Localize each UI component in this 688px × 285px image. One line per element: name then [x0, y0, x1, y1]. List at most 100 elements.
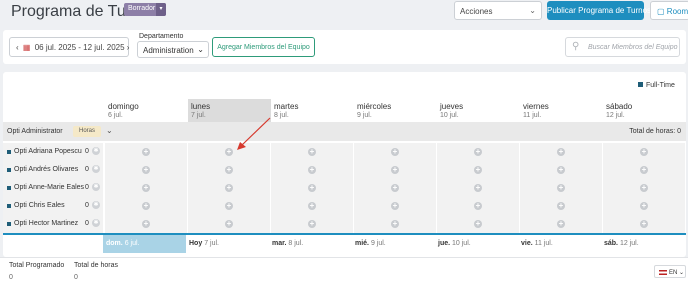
add-shift-icon[interactable]: +: [225, 202, 233, 210]
day-header: domingo 6 jul.: [108, 102, 139, 119]
shift-cell[interactable]: +: [271, 197, 353, 215]
language-selector[interactable]: EN ⌄: [654, 265, 686, 278]
shift-cell[interactable]: +: [105, 215, 187, 233]
shift-cell[interactable]: +: [188, 179, 270, 197]
gear-icon[interactable]: ✱: [92, 219, 100, 227]
shift-cell[interactable]: +: [354, 215, 436, 233]
footer-day[interactable]: mar. 8 jul.: [269, 235, 352, 253]
add-shift-icon[interactable]: +: [142, 202, 150, 210]
add-shift-icon[interactable]: +: [474, 148, 482, 156]
add-shift-icon[interactable]: +: [391, 184, 399, 192]
shift-cell[interactable]: +: [520, 161, 602, 179]
add-shift-icon[interactable]: +: [308, 184, 316, 192]
add-shift-icon[interactable]: +: [225, 166, 233, 174]
shift-cell[interactable]: +: [188, 143, 270, 161]
shift-cell[interactable]: +: [271, 215, 353, 233]
shift-cell[interactable]: +: [603, 215, 685, 233]
shift-cell[interactable]: +: [520, 197, 602, 215]
shift-cell[interactable]: +: [520, 179, 602, 197]
gear-icon[interactable]: ✱: [92, 201, 100, 209]
add-shift-icon[interactable]: +: [142, 184, 150, 192]
shift-cell[interactable]: +: [520, 215, 602, 233]
shift-cell[interactable]: +: [520, 143, 602, 161]
shift-cell[interactable]: +: [188, 161, 270, 179]
shift-cell[interactable]: +: [603, 197, 685, 215]
shift-cell[interactable]: +: [105, 179, 187, 197]
shift-cell[interactable]: +: [354, 143, 436, 161]
footer-day[interactable]: mié. 9 jul.: [352, 235, 435, 253]
shift-cell[interactable]: +: [354, 161, 436, 179]
status-badge[interactable]: Borrador ▾: [124, 3, 166, 16]
add-shift-icon[interactable]: +: [557, 202, 565, 210]
footer-day[interactable]: sáb. 12 jul.: [601, 235, 684, 253]
add-shift-icon[interactable]: +: [391, 202, 399, 210]
add-shift-icon[interactable]: +: [142, 166, 150, 174]
add-shift-icon[interactable]: +: [474, 202, 482, 210]
add-shift-icon[interactable]: +: [557, 184, 565, 192]
shift-cell[interactable]: +: [437, 143, 519, 161]
hours-badge[interactable]: Horas: [73, 126, 101, 137]
schedule-panel: Full-Time domingo 6 jul. lunes 7 jul. ma…: [3, 72, 686, 257]
add-shift-icon[interactable]: +: [142, 148, 150, 156]
add-shift-icon[interactable]: +: [557, 148, 565, 156]
add-shift-icon[interactable]: +: [391, 166, 399, 174]
add-shift-icon[interactable]: +: [225, 184, 233, 192]
add-shift-icon[interactable]: +: [391, 220, 399, 228]
add-shift-icon[interactable]: +: [225, 148, 233, 156]
shift-cell[interactable]: +: [188, 197, 270, 215]
publish-schedule-button[interactable]: Publicar Programa de Turnos: [547, 1, 651, 20]
shift-cell[interactable]: +: [354, 179, 436, 197]
gear-icon[interactable]: ✱: [92, 183, 100, 191]
shift-cell[interactable]: +: [271, 161, 353, 179]
room-button[interactable]: ▢ Room: [650, 1, 688, 20]
add-shift-icon[interactable]: +: [640, 148, 648, 156]
shift-cell[interactable]: +: [437, 179, 519, 197]
gear-icon[interactable]: ✱: [92, 165, 100, 173]
add-shift-icon[interactable]: +: [557, 220, 565, 228]
chevron-right-icon[interactable]: ›: [127, 43, 130, 52]
add-shift-icon[interactable]: +: [557, 166, 565, 174]
full-time-indicator: [7, 168, 11, 172]
gear-icon[interactable]: ✱: [92, 147, 100, 155]
footer-day[interactable]: jue. 10 jul.: [435, 235, 518, 253]
chevron-left-icon[interactable]: ‹: [16, 43, 19, 52]
add-shift-icon[interactable]: +: [474, 184, 482, 192]
add-shift-icon[interactable]: +: [225, 220, 233, 228]
add-shift-icon[interactable]: +: [391, 148, 399, 156]
chevron-down-icon[interactable]: ⌄: [106, 126, 113, 135]
add-shift-icon[interactable]: +: [640, 166, 648, 174]
actions-label: Acciones: [460, 7, 493, 16]
add-shift-icon[interactable]: +: [474, 220, 482, 228]
footer-day-today[interactable]: Hoy 7 jul.: [186, 235, 269, 253]
shift-cell[interactable]: +: [603, 143, 685, 161]
department-select[interactable]: Administration ⌄: [137, 41, 209, 58]
date-range-picker[interactable]: ‹ ▦ 06 jul. 2025 - 12 jul. 2025 ›: [9, 37, 129, 57]
search-input[interactable]: ⚲ Buscar Miembros del Equipo: [565, 37, 680, 57]
add-shift-icon[interactable]: +: [308, 220, 316, 228]
employee-name: Opti Anne-Marie Eales: [14, 184, 85, 191]
add-shift-icon[interactable]: +: [640, 220, 648, 228]
shift-cell[interactable]: +: [271, 143, 353, 161]
footer-day[interactable]: dom. 6 jul.: [103, 235, 186, 253]
shift-cell[interactable]: +: [105, 161, 187, 179]
shift-cell[interactable]: +: [188, 215, 270, 233]
shift-cell[interactable]: +: [437, 161, 519, 179]
actions-dropdown[interactable]: Acciones ⌄: [454, 1, 542, 20]
shift-cell[interactable]: +: [105, 143, 187, 161]
footer-day[interactable]: vie. 11 jul.: [518, 235, 601, 253]
shift-cell[interactable]: +: [105, 197, 187, 215]
add-shift-icon[interactable]: +: [640, 202, 648, 210]
add-team-members-button[interactable]: Agregar Miembros del Equipo: [212, 37, 315, 57]
shift-cell[interactable]: +: [437, 215, 519, 233]
shift-cell[interactable]: +: [437, 197, 519, 215]
shift-cell[interactable]: +: [271, 179, 353, 197]
shift-cell[interactable]: +: [603, 179, 685, 197]
add-shift-icon[interactable]: +: [474, 166, 482, 174]
shift-cell[interactable]: +: [603, 161, 685, 179]
add-shift-icon[interactable]: +: [142, 220, 150, 228]
add-shift-icon[interactable]: +: [308, 202, 316, 210]
shift-cell[interactable]: +: [354, 197, 436, 215]
add-shift-icon[interactable]: +: [308, 148, 316, 156]
add-shift-icon[interactable]: +: [308, 166, 316, 174]
add-shift-icon[interactable]: +: [640, 184, 648, 192]
